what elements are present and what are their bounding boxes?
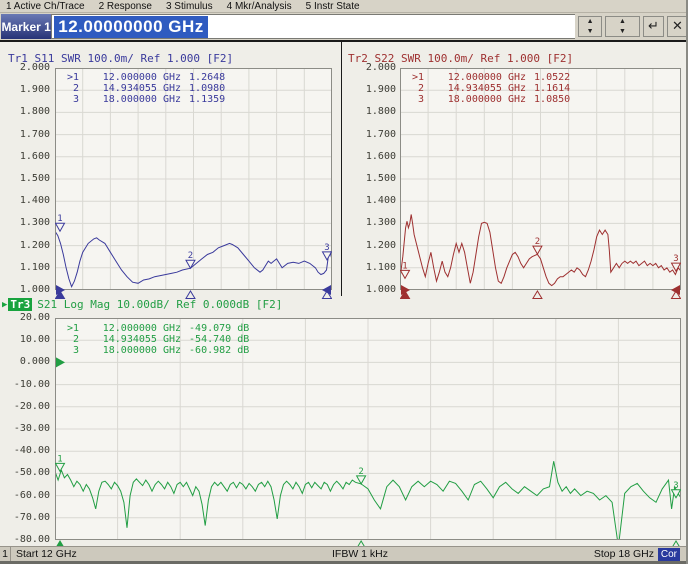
tr3-y-axis: 20.0010.000.000-10.00-20.00-30.00-40.00-… xyxy=(2,318,50,548)
enter-button[interactable]: ↵ xyxy=(643,16,664,37)
marker-frequency-input[interactable]: 12.00000000 GHz xyxy=(51,14,575,39)
marker-readout-row: 2 14.934055 GHz1.1614 xyxy=(407,83,570,94)
tr2-y-axis: 2.0001.9001.8001.7001.6001.5001.4001.300… xyxy=(348,68,396,298)
svg-text:1: 1 xyxy=(57,214,62,224)
menu-item-active-ch-trace[interactable]: 1 Active Ch/Trace xyxy=(6,1,85,12)
channel-number: 1 xyxy=(0,547,11,561)
marker-readout-row: 3 18.000000 GHz1.1359 xyxy=(62,94,225,105)
spin-stepper-large: ▲ ▼ xyxy=(605,16,640,37)
marker-readout-row: >1 12.000000 GHz1.2648 xyxy=(62,72,225,83)
marker-entry-bar: Marker 1 12.00000000 GHz ▲ ▼ ▲ ▼ ↵ ✕ xyxy=(0,13,688,42)
svg-text:2: 2 xyxy=(358,467,363,477)
spin-up-icon[interactable]: ▲ xyxy=(579,17,601,27)
stop-frequency-label: Stop 18 GHz xyxy=(594,548,654,560)
menu-bar: 1 Active Ch/Trace 2 Response 3 Stimulus … xyxy=(0,0,688,13)
status-bar: 1 Start 12 GHz IFBW 1 kHz Stop 18 GHz Co… xyxy=(0,546,688,561)
spin-down-icon[interactable]: ▼ xyxy=(606,27,639,37)
marker-readout-row: 2 14.934055 GHz1.0980 xyxy=(62,83,225,94)
vna-screen: 1 Active Ch/Trace 2 Response 3 Stimulus … xyxy=(0,0,688,564)
svg-text:2: 2 xyxy=(535,237,540,247)
spin-down-icon[interactable]: ▼ xyxy=(579,27,601,37)
tr3-title-text: S21 Log Mag 10.00dB/ Ref 0.000dB [F2] xyxy=(37,298,282,311)
tr3-badge[interactable]: Tr3 xyxy=(8,298,32,311)
marker-readout-row: 3 18.000000 GHz1.0850 xyxy=(407,94,570,105)
marker-readout-row: 2 14.934055 GHz-54.740 dB xyxy=(62,334,249,345)
menu-item-stimulus[interactable]: 3 Stimulus xyxy=(166,1,213,12)
ifbw-label: IFBW 1 kHz xyxy=(332,548,388,560)
marker-readout-row: 3 18.000000 GHz-60.982 dB xyxy=(62,345,249,356)
tr3-marker-readout: >1 12.000000 GHz-49.079 dB2 14.934055 GH… xyxy=(62,323,249,356)
tr3-title[interactable]: ▶ Tr3 S21 Log Mag 10.00dB/ Ref 0.000dB [… xyxy=(2,298,282,311)
active-trace-arrow-icon: ▶ xyxy=(2,300,7,310)
spin-stepper-small: ▲ ▼ xyxy=(578,16,602,37)
menu-item-instr-state[interactable]: 5 Instr State xyxy=(306,1,360,12)
marker-readout-row: >1 12.000000 GHz1.0522 xyxy=(407,72,570,83)
chart-divider xyxy=(341,42,342,296)
svg-text:3: 3 xyxy=(673,254,678,264)
menu-item-response[interactable]: 2 Response xyxy=(99,1,152,12)
start-frequency-label: Start 12 GHz xyxy=(16,548,77,560)
correction-status-badge: Cor xyxy=(658,548,680,561)
svg-text:3: 3 xyxy=(324,243,329,253)
svg-text:3: 3 xyxy=(673,481,678,491)
svg-text:2: 2 xyxy=(188,251,193,261)
spin-up-icon[interactable]: ▲ xyxy=(606,17,639,27)
tr1-y-axis: 2.0001.9001.8001.7001.6001.5001.4001.300… xyxy=(2,68,50,298)
marker-readout-row: >1 12.000000 GHz-49.079 dB xyxy=(62,323,249,334)
close-entry-button[interactable]: ✕ xyxy=(667,16,688,37)
menu-item-mkr-analysis[interactable]: 4 Mkr/Analysis xyxy=(227,1,292,12)
marker-frequency-value: 12.00000000 GHz xyxy=(54,16,208,38)
svg-text:1: 1 xyxy=(402,261,407,271)
svg-text:1: 1 xyxy=(57,454,62,464)
marker-entry-label: Marker 1 xyxy=(1,14,51,39)
tr2-marker-readout: >1 12.000000 GHz1.05222 14.934055 GHz1.1… xyxy=(407,72,570,105)
tr1-marker-readout: >1 12.000000 GHz1.26482 14.934055 GHz1.0… xyxy=(62,72,225,105)
